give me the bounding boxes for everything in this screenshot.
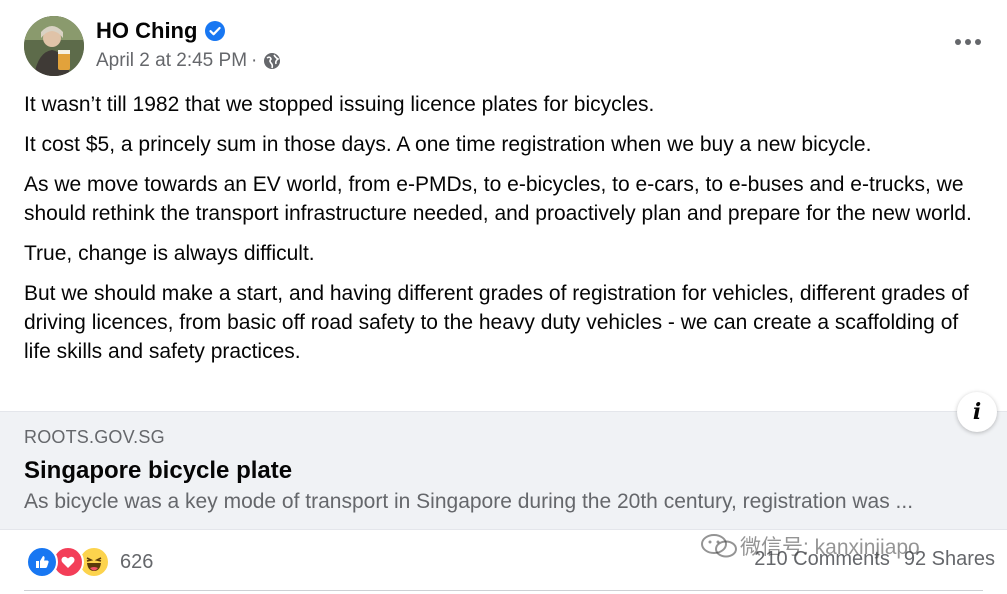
info-button[interactable]: i <box>957 392 997 432</box>
post-timestamp[interactable]: April 2 at 2:45 PM <box>96 49 247 73</box>
link-domain: ROOTS.GOV.SG <box>24 427 165 447</box>
engagement-stats: 210 Comments 92 Shares <box>740 548 995 571</box>
more-dot-icon <box>965 39 971 45</box>
wechat-icon <box>701 534 737 558</box>
author-name[interactable]: HO Ching <box>96 17 197 45</box>
comments-count-link[interactable]: 210 Comments <box>754 548 890 571</box>
author-row: HO Ching <box>96 17 226 45</box>
like-icon <box>26 546 58 578</box>
more-dot-icon <box>955 39 961 45</box>
meta-separator: · <box>251 50 258 71</box>
more-dot-icon <box>975 39 981 45</box>
reactions-summary[interactable]: 626 <box>26 546 153 578</box>
link-description: As bicycle was a key mode of transport i… <box>24 490 914 513</box>
globe-icon[interactable] <box>263 52 281 70</box>
post-paragraph: True, change is always difficult. <box>24 242 315 265</box>
divider <box>24 590 983 591</box>
link-preview-card[interactable]: i ROOTS.GOV.SG Singapore bicycle plate A… <box>0 392 1007 530</box>
post-body: It wasn’t till 1982 that we stopped issu… <box>24 90 989 377</box>
post-paragraph: But we should make a start, and having d… <box>24 282 969 363</box>
facebook-post: HO Ching April 2 at 2:45 PM · It wasn’t … <box>0 0 1007 594</box>
post-meta: April 2 at 2:45 PM · <box>96 49 281 73</box>
post-paragraph: As we move towards an EV world, from e-P… <box>24 173 972 225</box>
shares-count-link[interactable]: 92 Shares <box>904 548 995 571</box>
link-title[interactable]: Singapore bicycle plate <box>24 457 292 485</box>
post-paragraph: It cost $5, a princely sum in those days… <box>24 133 872 156</box>
post-paragraph: It wasn’t till 1982 that we stopped issu… <box>24 93 655 116</box>
author-avatar[interactable] <box>24 16 84 76</box>
more-options-button[interactable] <box>955 32 981 52</box>
reaction-count: 626 <box>120 550 154 573</box>
verified-badge-icon <box>205 21 226 41</box>
